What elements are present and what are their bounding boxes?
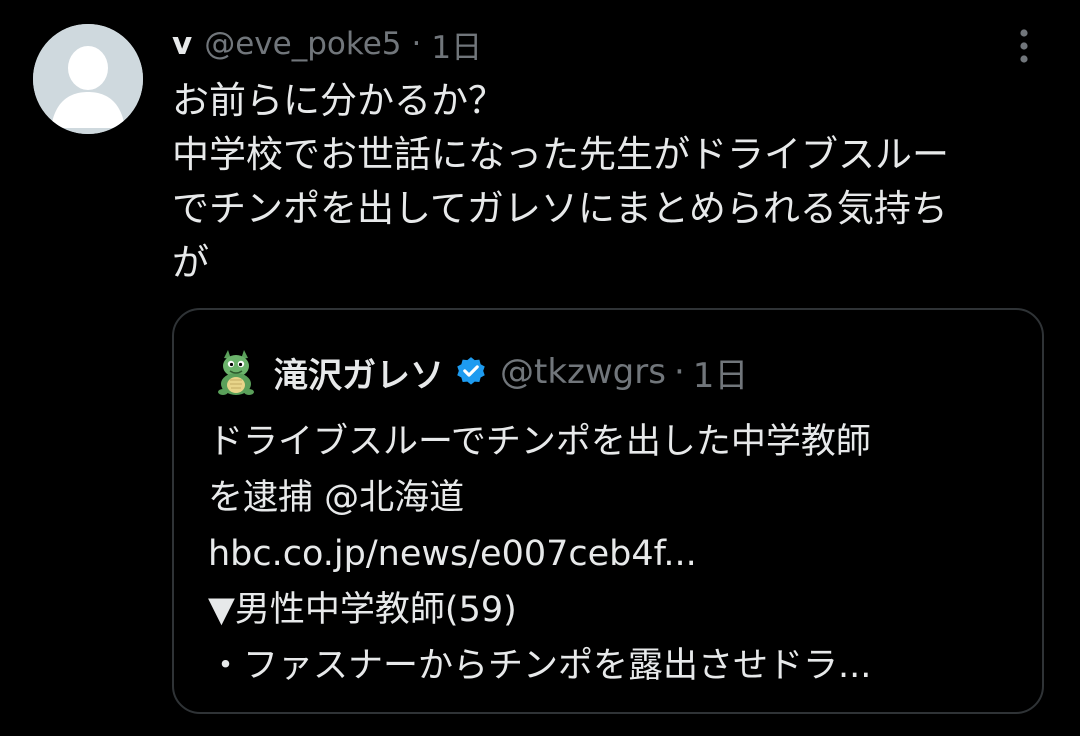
- quoted-display-name[interactable]: 滝沢ガレソ: [274, 348, 444, 397]
- default-avatar-icon: [33, 24, 143, 134]
- timestamp[interactable]: 1日: [431, 22, 482, 67]
- separator-dot: ·: [673, 352, 685, 392]
- tweet-text-line: 中学校でお世話になった先生がドライブスルー: [172, 133, 949, 176]
- more-options-button[interactable]: [1002, 24, 1046, 68]
- tweet-text-line: でチンポを出してガレソにまとめられる気持ち: [172, 187, 948, 230]
- quoted-text-line: を逮捕 @北海道: [208, 478, 465, 518]
- tweet-text: お前らに分かるか？ 中学校でお世話になった先生がドライブスルー でチンポを出して…: [172, 74, 1052, 290]
- display-name[interactable]: v: [172, 26, 192, 62]
- tweet[interactable]: v @eve_poke5 · 1日 お前らに分かるか？ 中学校でお世話になった先…: [0, 0, 1080, 736]
- quoted-text-line: ・ファスナーからチンポを露出させドラ...: [208, 646, 872, 686]
- quoted-link[interactable]: hbc.co.jp/news/e007ceb4f...: [208, 526, 1028, 582]
- quoted-text-line: ▼男性中学教師(59): [208, 590, 517, 630]
- quoted-tweet-text: ドライブスルーでチンポを出した中学教師 を逮捕 @北海道 hbc.co.jp/n…: [208, 414, 1028, 694]
- quoted-timestamp[interactable]: 1日: [693, 348, 749, 397]
- tweet-header: v @eve_poke5 · 1日: [172, 22, 482, 66]
- tweet-text-line: が: [172, 241, 209, 284]
- quoted-text-line: ドライブスルーでチンポを出した中学教師: [208, 422, 871, 462]
- separator-dot: ·: [411, 26, 422, 62]
- user-avatar[interactable]: [33, 24, 143, 134]
- quoted-tweet-card[interactable]: 滝沢ガレソ @tkzwgrs · 1日 ドライブスルーでチンポを出した中学教師 …: [172, 308, 1044, 714]
- dragon-avatar-icon[interactable]: [212, 348, 260, 396]
- tweet-text-line: お前らに分かるか？: [172, 79, 505, 122]
- quoted-user-handle[interactable]: @tkzwgrs: [500, 352, 666, 392]
- more-vertical-icon: [1020, 29, 1028, 63]
- verified-badge-icon: [457, 357, 485, 385]
- user-handle[interactable]: @eve_poke5: [204, 26, 401, 62]
- quoted-tweet-header: 滝沢ガレソ @tkzwgrs · 1日: [212, 344, 748, 400]
